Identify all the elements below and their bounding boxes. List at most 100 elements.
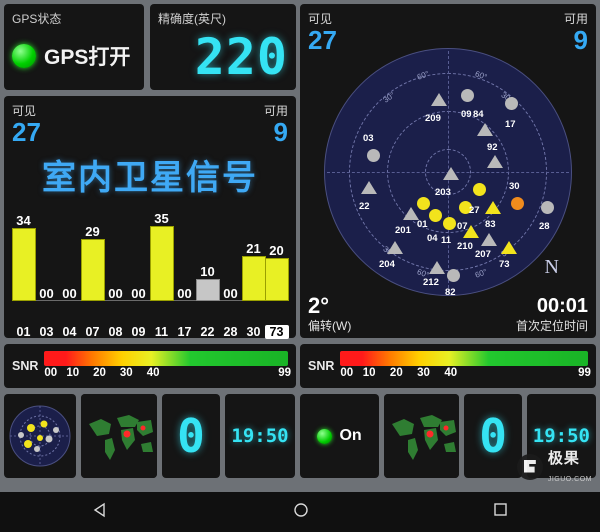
chart-bar: 00 [104, 287, 128, 301]
satellite-circle-icon [505, 97, 518, 110]
satellite-marker[interactable]: 17 [505, 97, 518, 130]
declination-label: 偏转(W) [308, 319, 352, 333]
satellite-marker[interactable]: 22 [359, 181, 377, 212]
snr-legend-left: SNR 00 10 20 30 40 99 [4, 344, 296, 388]
world-map-tile[interactable] [81, 394, 157, 478]
chart-bar-value: 35 [154, 211, 169, 226]
on-led-icon [317, 428, 333, 444]
satellite-id-label: 01 [417, 219, 428, 230]
chart-bar-fill [264, 258, 289, 301]
satellite-marker[interactable]: 30 [509, 181, 524, 210]
sky-footer: 2° 偏转(W) 00:01 首次定位时间 [308, 295, 588, 334]
satellite-id-label: 04 [427, 233, 438, 244]
snr-label-right: SNR [308, 359, 335, 373]
satellite-circle-icon [511, 197, 524, 210]
accuracy-panel: 精确度(英尺) 220 [150, 4, 296, 90]
status-row: GPS状态 GPS打开 精确度(英尺) 220 [4, 4, 296, 90]
chart-bar-fill [241, 256, 266, 301]
satellite-id-label: 30 [509, 181, 520, 192]
snr-tick: 99 [578, 367, 591, 379]
sky-thumbnail-tile[interactable] [4, 394, 76, 478]
snr-tick: 10 [362, 367, 376, 379]
chart-x-label: 01 [16, 325, 31, 339]
satellite-circle-icon [429, 209, 442, 222]
satellite-circle-icon [443, 217, 456, 230]
satellite-marker[interactable]: 203 [435, 167, 459, 198]
satellite-id-label: 73 [499, 259, 510, 270]
chart-x-axis-labels: 01 03 04 07 08 09 11 17 22 28 30 73 [12, 325, 289, 345]
sky-radar[interactable]: N 30°60°30°60°30°60°30°60°20909178403222… [324, 48, 572, 298]
sky-inuse-value: 9 [573, 25, 588, 55]
satellite-marker[interactable]: 207 [475, 233, 497, 260]
ttff-label: 首次定位时间 [515, 319, 588, 333]
gps-status-led-icon [12, 44, 36, 68]
chart-bar: 00 [58, 287, 82, 301]
chart-x-label: 11 [154, 325, 169, 339]
chart-x-label: 03 [39, 325, 54, 339]
nav-home-icon[interactable] [293, 502, 309, 523]
left-bottom-tiles: 0 19:50 [4, 394, 296, 478]
satellite-id-label: 210 [457, 241, 473, 252]
chart-bar-value: 00 [131, 286, 146, 301]
satellite-marker[interactable]: 73 [499, 241, 517, 270]
chart-x-label: 04 [62, 325, 77, 339]
satellite-marker[interactable]: 82 [445, 269, 460, 298]
satellite-marker[interactable]: 212 [423, 261, 445, 288]
satellite-marker[interactable]: 210 [457, 225, 479, 252]
satellite-triangle-icon [429, 261, 445, 274]
chart-x-label: 22 [200, 325, 215, 339]
snr-gradient-bar [44, 351, 288, 366]
chart-bar: 10 [195, 264, 220, 301]
snr-tick: 40 [146, 367, 160, 379]
satellite-signal-panel: 可见 可用 27 9 室内卫星信号 34 00 00 29 00 00 35 00 10 00 21… [4, 96, 296, 339]
satellite-id-label: 203 [435, 187, 451, 198]
satellite-circle-icon [461, 89, 474, 102]
satellite-triangle-icon [485, 201, 501, 214]
chart-bar: 00 [219, 287, 243, 301]
satellite-marker[interactable]: 83 [485, 201, 501, 230]
satellite-id-label: 11 [441, 235, 452, 246]
satellite-id-label: 209 [425, 113, 441, 124]
satellite-marker[interactable]: 204 [379, 241, 403, 270]
satellite-marker[interactable]: 92 [487, 142, 503, 168]
satellite-id-label: 28 [539, 221, 550, 232]
satellite-marker[interactable]: 03 [363, 133, 380, 162]
android-navbar [0, 492, 600, 532]
satellite-triangle-icon [463, 225, 479, 238]
chart-bar: 00 [35, 287, 59, 301]
satellite-marker[interactable]: 27 [469, 183, 486, 216]
satellite-marker[interactable]: 84 [473, 109, 493, 136]
satellite-marker[interactable]: 11 [441, 217, 456, 246]
chart-bar-value: 00 [108, 286, 123, 301]
satellite-id-label: 22 [359, 201, 370, 212]
chart-bar-value: 34 [16, 213, 31, 228]
chart-bar-fill [195, 279, 220, 301]
satellite-marker[interactable]: 09 [461, 89, 474, 120]
chart-bar-value: 00 [39, 286, 54, 301]
satellite-triangle-icon [481, 233, 497, 246]
chart-bar-value: 10 [200, 264, 215, 279]
satellite-marker[interactable]: 04 [427, 209, 442, 244]
accuracy-value: 220 [194, 28, 288, 86]
satellite-marker[interactable]: 209 [425, 93, 447, 124]
snr-tick: 00 [340, 367, 354, 379]
on-label: On [339, 427, 362, 444]
satellite-id-label: 201 [395, 225, 411, 236]
satellite-circle-icon [447, 269, 460, 282]
satellite-id-label: 92 [487, 142, 498, 153]
snr-tick-labels-right: 00 10 20 30 40 99 [340, 367, 591, 381]
nav-recents-icon[interactable] [493, 502, 508, 522]
clock-tile-left: 19:50 [225, 394, 295, 478]
chart-bar-value: 21 [246, 241, 261, 256]
snr-tick: 30 [417, 367, 430, 379]
snr-legend-right: SNR 00 10 20 30 40 99 [300, 344, 596, 388]
chart-bar: 29 [80, 225, 105, 301]
world-map-tile-right[interactable] [384, 394, 460, 478]
snr-tick: 20 [389, 367, 403, 379]
satellite-marker[interactable]: 28 [539, 201, 554, 232]
clock-value-left: 19:50 [231, 425, 289, 447]
nav-back-icon[interactable] [92, 501, 110, 524]
gps-on-tile[interactable]: On [300, 394, 380, 478]
chart-bar-value: 20 [269, 243, 284, 258]
digit-value-right: 0 [479, 409, 507, 463]
